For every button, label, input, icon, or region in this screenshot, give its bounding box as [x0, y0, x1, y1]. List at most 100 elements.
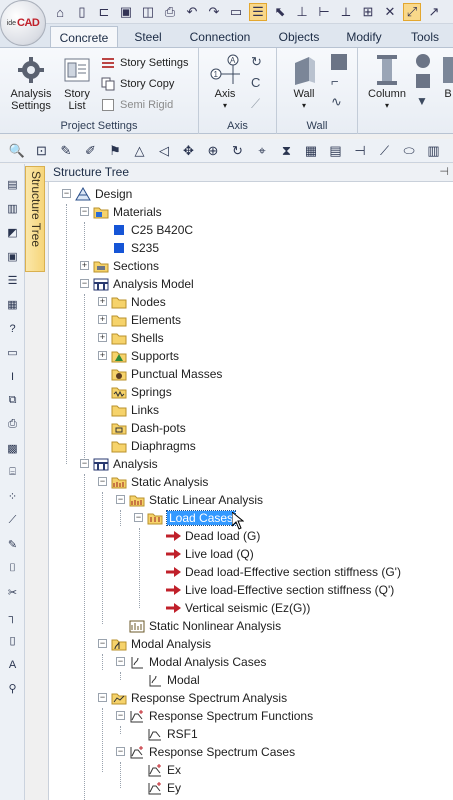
print-icon[interactable]: ⎙ [161, 3, 179, 21]
auto-icon[interactable]: A [4, 656, 21, 673]
shape-tool-icon[interactable]: ◩ [4, 224, 21, 241]
tab-tools[interactable]: Tools [402, 26, 448, 48]
edit-icon[interactable]: ✎ [4, 536, 21, 553]
collapse-toggle[interactable]: − [98, 639, 107, 648]
tree-node-static-linear-analysis[interactable]: Static Linear Analysis [129, 491, 263, 509]
collapse-toggle[interactable]: − [116, 495, 125, 504]
layout-icon[interactable]: ▩ [4, 440, 21, 457]
binocular-icon[interactable]: ⚲ [4, 680, 21, 697]
tree-node-analysis[interactable]: Analysis [93, 455, 158, 473]
tree-node-modal[interactable]: Modal [147, 671, 200, 689]
tree-node-load-case[interactable]: Dead load-Effective section stiffness (G… [165, 563, 401, 581]
layer-icon[interactable]: ▤ [327, 142, 345, 160]
filter-icon[interactable]: ▼ [416, 94, 430, 108]
collapse-toggle[interactable]: − [98, 477, 107, 486]
collapse-toggle[interactable]: − [80, 279, 89, 288]
pipe-icon[interactable]: ┐ [4, 608, 21, 625]
structure-tree-side-tab[interactable]: Structure Tree [25, 166, 45, 272]
tree-node-load-case[interactable]: Live load-Effective section stiffness (Q… [165, 581, 394, 599]
document-icon[interactable]: ▭ [4, 344, 21, 361]
tree-node-modal-analysis[interactable]: Modal Analysis [111, 635, 211, 653]
tree-node-material-c25[interactable]: C25 B420C [111, 221, 193, 239]
tree-node-supports[interactable]: Supports [111, 347, 179, 365]
story-list-button[interactable]: Story List [58, 54, 96, 112]
align-icon[interactable]: ⊢ [315, 3, 333, 21]
dimension-icon[interactable]: ⊥ [293, 3, 311, 21]
collapse-toggle[interactable]: − [80, 207, 89, 216]
tree-node-rsf1[interactable]: RSF1 [147, 725, 198, 743]
building-icon[interactable]: ▣ [4, 248, 21, 265]
rotate-icon[interactable]: ↻ [229, 142, 247, 160]
home-icon[interactable]: ⌂ [51, 3, 69, 21]
circular-column-icon[interactable] [416, 54, 430, 68]
tag-icon[interactable]: ⚑ [106, 142, 124, 160]
node-grid-icon[interactable]: ⁘ [4, 488, 21, 505]
tree-node-punctual-masses[interactable]: Punctual Masses [111, 365, 222, 383]
collapse-toggle[interactable]: − [134, 513, 143, 522]
print-icon[interactable]: ⎙ [4, 416, 21, 433]
mirror-icon[interactable]: ⧗ [278, 142, 296, 160]
axis-rotate-icon[interactable]: ↻ [251, 54, 267, 70]
layers-icon[interactable]: ☰ [249, 3, 267, 21]
axis-icon[interactable]: ⟂ [337, 3, 355, 21]
list-icon[interactable]: ▤ [4, 176, 21, 193]
stack-icon[interactable]: ☰ [4, 272, 21, 289]
save-icon[interactable]: ▣ [117, 3, 135, 21]
expand-toggle[interactable]: + [98, 297, 107, 306]
cut-icon[interactable]: ✂ [4, 584, 21, 601]
expand-toggle[interactable]: + [80, 261, 89, 270]
tree-node-shells[interactable]: Shells [111, 329, 164, 347]
pencil-icon[interactable]: ✐ [82, 142, 100, 160]
column-button[interactable]: Column ▾ [364, 54, 410, 112]
pan-icon[interactable]: ✥ [180, 142, 198, 160]
grid-icon[interactable]: ⊞ [359, 3, 377, 21]
collapse-toggle[interactable]: − [116, 657, 125, 666]
semi-rigid-checkbox[interactable]: Semi Rigid [100, 95, 173, 115]
tree-node-materials[interactable]: Materials [93, 203, 162, 221]
tree-node-load-case[interactable]: Vertical seismic (Ez(G)) [165, 599, 310, 617]
expand-toggle[interactable]: + [98, 333, 107, 342]
redo-icon[interactable]: ↷ [205, 3, 223, 21]
tree-node-dash-pots[interactable]: Dash-pots [111, 419, 186, 437]
more-icon[interactable]: ↗ [425, 3, 443, 21]
measure-icon[interactable]: △ [131, 142, 149, 160]
tree-node-springs[interactable]: Springs [111, 383, 172, 401]
zoom-window-icon[interactable]: ⊡ [33, 142, 51, 160]
collapse-toggle[interactable]: − [80, 459, 89, 468]
axis-line-icon[interactable]: ⟋ [251, 96, 267, 112]
dimension-angle-icon[interactable]: ⟋ [376, 142, 394, 160]
tab-modify[interactable]: Modify [336, 26, 392, 48]
story-settings-button[interactable]: Story Settings [100, 53, 188, 73]
orbit-icon[interactable]: ⌖ [253, 142, 271, 160]
pin-icon[interactable]: ⊣ [439, 164, 449, 181]
tree-node-links[interactable]: Links [111, 401, 159, 419]
axis-button[interactable]: A1 Axis ▾ [205, 54, 245, 112]
collapse-toggle[interactable]: − [116, 711, 125, 720]
tree-node-response-spectrum-analysis[interactable]: Response Spectrum Analysis [111, 689, 287, 707]
story-copy-button[interactable]: Story Copy [100, 74, 174, 94]
expand-toggle[interactable]: + [98, 351, 107, 360]
tree-node-design[interactable]: Design [75, 185, 132, 203]
tree-node-analysis-model[interactable]: Analysis Model [93, 275, 194, 293]
tree-node-static-nonlinear[interactable]: Static Nonlinear Analysis [129, 617, 281, 635]
zoom-icon[interactable]: 🔍 [8, 142, 26, 160]
map-icon[interactable]: ⌸ [4, 464, 21, 481]
axis-arc-icon[interactable]: C [251, 75, 267, 91]
snap-icon[interactable]: ✕ [381, 3, 399, 21]
open-folder-icon[interactable]: ⊏ [95, 3, 113, 21]
save-copy-icon[interactable]: ◫ [139, 3, 157, 21]
window-icon[interactable]: ▭ [227, 3, 245, 21]
tree-node-diaphragms[interactable]: Diaphragms [111, 437, 196, 455]
tree-node-load-case[interactable]: Live load (Q) [165, 545, 254, 563]
new-file-icon[interactable]: ▯ [73, 3, 91, 21]
copy-icon[interactable]: ⧉ [4, 392, 21, 409]
tree-node-nodes[interactable]: Nodes [111, 293, 166, 311]
wall-curve-icon[interactable]: ∿ [331, 94, 347, 110]
pen-icon[interactable]: ✎ [57, 142, 75, 160]
expand-toggle[interactable]: + [98, 315, 107, 324]
select-icon[interactable]: ⬉ [271, 3, 289, 21]
tree-node-modal-analysis-cases[interactable]: Modal Analysis Cases [129, 653, 266, 671]
tree-node-ey[interactable]: Ey [147, 779, 181, 797]
wall-button[interactable]: Wall ▾ [283, 54, 325, 112]
shape-icon[interactable]: ⬭ [400, 142, 418, 160]
